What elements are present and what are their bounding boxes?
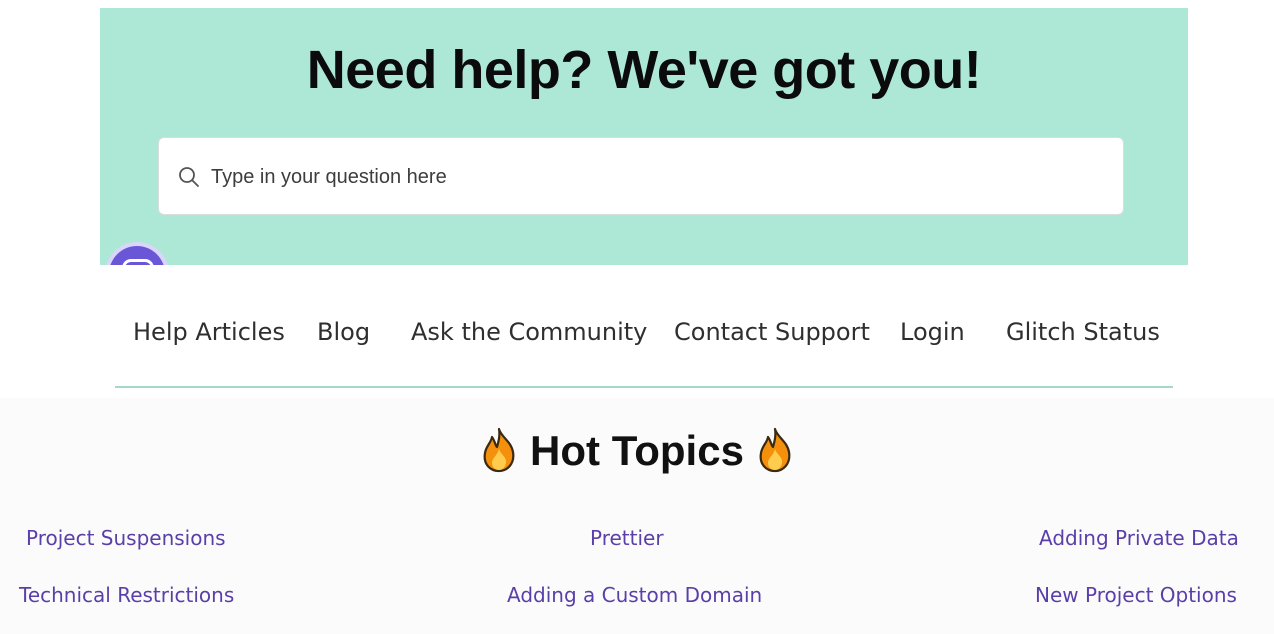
nav-ask-the-community[interactable]: Ask the Community — [411, 312, 647, 352]
search-icon — [179, 167, 199, 187]
search-input[interactable] — [211, 158, 1091, 196]
hero-banner: Need help? We've got you! — [100, 8, 1188, 265]
fire-icon — [759, 427, 791, 473]
nav-login[interactable]: Login — [900, 312, 965, 352]
topic-link-prettier[interactable]: Prettier — [590, 524, 664, 552]
hot-topics-section: Hot Topics Project Suspensions Prettier … — [0, 398, 1274, 634]
hot-topics-title: Hot Topics — [530, 427, 744, 474]
main-nav: Help Articles Blog Ask the Community Con… — [0, 312, 1274, 352]
nav-glitch-status[interactable]: Glitch Status — [1006, 312, 1160, 352]
search-box[interactable] — [158, 137, 1124, 215]
nav-divider — [115, 386, 1173, 388]
topic-link-adding-private-data[interactable]: Adding Private Data — [1039, 524, 1239, 552]
chat-bubble-icon — [122, 259, 154, 265]
hero-title: Need help? We've got you! — [306, 40, 982, 100]
chat-widget-button[interactable] — [109, 246, 165, 265]
nav-help-articles[interactable]: Help Articles — [133, 312, 285, 352]
nav-contact-support[interactable]: Contact Support — [674, 312, 870, 352]
nav-blog[interactable]: Blog — [317, 312, 370, 352]
topic-link-new-project-options[interactable]: New Project Options — [1035, 581, 1237, 609]
fire-icon — [483, 427, 515, 473]
hot-topics-heading: Hot Topics — [0, 427, 1274, 475]
topic-link-adding-a-custom-domain[interactable]: Adding a Custom Domain — [507, 581, 762, 609]
topic-link-technical-restrictions[interactable]: Technical Restrictions — [19, 581, 234, 609]
topic-link-project-suspensions[interactable]: Project Suspensions — [26, 524, 226, 552]
